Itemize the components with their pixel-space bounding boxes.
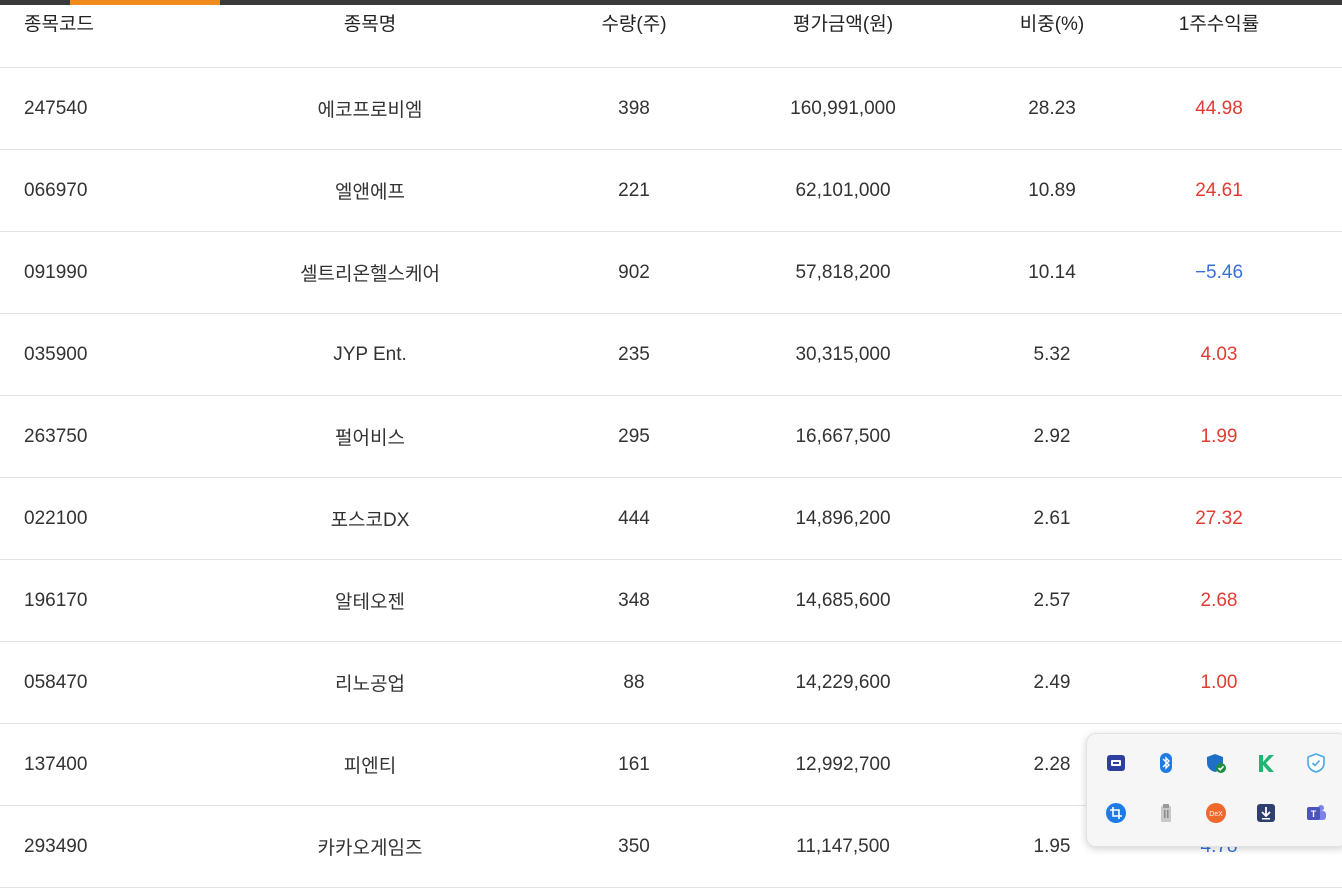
dex-icon[interactable]: DeX (1205, 802, 1227, 824)
cell-value: 160,991,000 (678, 67, 1008, 150)
cell-weight: 28.23 (1008, 67, 1096, 150)
crop-tool-icon[interactable] (1105, 802, 1127, 824)
cell-qty: 161 (590, 723, 678, 806)
cell-value: 12,992,700 (678, 723, 1008, 806)
cell-value: 14,896,200 (678, 477, 1008, 560)
cell-weight: 2.61 (1008, 477, 1096, 560)
cell-return: 4.03 (1096, 313, 1342, 396)
cell-code: 263750 (0, 395, 150, 478)
cell-name: 펄어비스 (150, 395, 590, 478)
cell-qty: 444 (590, 477, 678, 560)
cell-code: 035900 (0, 313, 150, 396)
cell-return: 1.99 (1096, 395, 1342, 478)
cell-code: 058470 (0, 641, 150, 724)
cell-qty: 348 (590, 559, 678, 642)
cell-weight: 2.28 (1008, 723, 1096, 806)
cell-name: 엘앤에프 (150, 149, 590, 232)
table-row[interactable]: 247540 에코프로비엠 398 160,991,000 28.23 44.98 (0, 67, 1342, 150)
download-icon[interactable] (1255, 802, 1277, 824)
table-row[interactable]: 022100 포스코DX 444 14,896,200 2.61 27.32 (0, 477, 1342, 560)
table-header-row: 종목코드 종목명 수량(주) 평가금액(원) 비중(%) 1주수익률 (0, 5, 1342, 68)
defender-shield-icon[interactable] (1205, 752, 1227, 774)
cell-name: 에코프로비엠 (150, 67, 590, 150)
cell-code: 137400 (0, 723, 150, 806)
cell-name: 피엔티 (150, 723, 590, 806)
header-qty[interactable]: 수량(주) (590, 5, 678, 68)
cell-qty: 295 (590, 395, 678, 478)
teams-label: T (1311, 809, 1317, 819)
usb-device-icon[interactable] (1155, 802, 1177, 824)
cell-weight: 1.95 (1008, 805, 1096, 888)
cell-return: 1.00 (1096, 641, 1342, 724)
cell-qty: 221 (590, 149, 678, 232)
cell-qty: 235 (590, 313, 678, 396)
cell-return: 2.68 (1096, 559, 1342, 642)
bluetooth-icon[interactable] (1155, 752, 1177, 774)
cell-value: 62,101,000 (678, 149, 1008, 232)
cell-return: 27.32 (1096, 477, 1342, 560)
table-row[interactable]: 035900 JYP Ent. 235 30,315,000 5.32 4.03 (0, 313, 1342, 396)
cell-return: −5.46 (1096, 231, 1342, 314)
table-row[interactable]: 066970 엘앤에프 221 62,101,000 10.89 24.61 (0, 149, 1342, 232)
header-value[interactable]: 평가금액(원) (678, 5, 1008, 68)
cell-qty: 902 (590, 231, 678, 314)
cell-name: 카카오게임즈 (150, 805, 590, 888)
cell-code: 247540 (0, 67, 150, 150)
table-row[interactable]: 091990 셀트리온헬스케어 902 57,818,200 10.14 −5.46 (0, 231, 1342, 314)
cell-value: 30,315,000 (678, 313, 1008, 396)
cell-value: 16,667,500 (678, 395, 1008, 478)
table-row[interactable]: 263750 펄어비스 295 16,667,500 2.92 1.99 (0, 395, 1342, 478)
cell-value: 14,685,600 (678, 559, 1008, 642)
cell-weight: 2.49 (1008, 641, 1096, 724)
cell-qty: 88 (590, 641, 678, 724)
security-shield-icon[interactable] (1305, 752, 1327, 774)
cell-weight: 2.57 (1008, 559, 1096, 642)
cell-code: 091990 (0, 231, 150, 314)
app-window-icon[interactable] (1105, 752, 1127, 774)
cell-value: 14,229,600 (678, 641, 1008, 724)
cell-name: 포스코DX (150, 477, 590, 560)
cell-code: 293490 (0, 805, 150, 888)
kaspersky-icon[interactable] (1255, 752, 1277, 774)
cell-qty: 350 (590, 805, 678, 888)
dex-label: DeX (1209, 811, 1223, 818)
table-row[interactable]: 058470 리노공업 88 14,229,600 2.49 1.00 (0, 641, 1342, 724)
cell-code: 196170 (0, 559, 150, 642)
cell-value: 11,147,500 (678, 805, 1008, 888)
cell-code: 022100 (0, 477, 150, 560)
cell-code: 066970 (0, 149, 150, 232)
cell-name: 알테오젠 (150, 559, 590, 642)
teams-icon[interactable]: T (1305, 802, 1327, 824)
header-return[interactable]: 1주수익률 (1096, 5, 1342, 68)
cell-qty: 398 (590, 67, 678, 150)
table-row[interactable]: 196170 알테오젠 348 14,685,600 2.57 2.68 (0, 559, 1342, 642)
header-weight[interactable]: 비중(%) (1008, 5, 1096, 68)
cell-weight: 2.92 (1008, 395, 1096, 478)
cell-weight: 10.89 (1008, 149, 1096, 232)
cell-name: 리노공업 (150, 641, 590, 724)
system-tray-overflow-popup: DeX T (1086, 733, 1342, 847)
cell-name: 셀트리온헬스케어 (150, 231, 590, 314)
cell-name: JYP Ent. (150, 313, 590, 396)
cell-return: 24.61 (1096, 149, 1342, 232)
cell-return: 44.98 (1096, 67, 1342, 150)
header-code[interactable]: 종목코드 (0, 5, 150, 68)
cell-weight: 10.14 (1008, 231, 1096, 314)
cell-weight: 5.32 (1008, 313, 1096, 396)
cell-value: 57,818,200 (678, 231, 1008, 314)
header-name[interactable]: 종목명 (150, 5, 590, 68)
